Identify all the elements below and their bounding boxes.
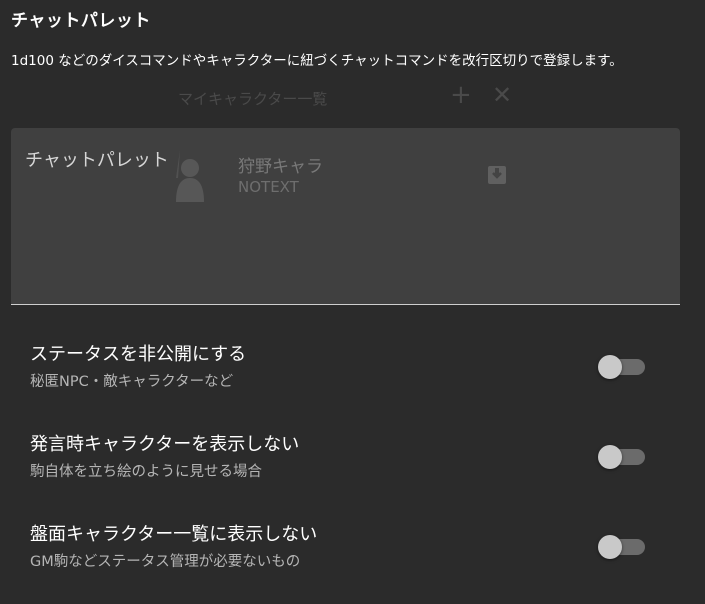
toggle-thumb [598, 535, 622, 559]
setting-subtitle: 秘匿NPC・敵キャラクターなど [30, 374, 234, 390]
background-window-title: マイキャラクター一覧 [178, 90, 328, 108]
hide-status-toggle[interactable] [598, 354, 646, 380]
setting-title: 盤面キャラクター一覧に表示しない [30, 524, 318, 545]
toggle-thumb [598, 445, 622, 469]
section-title: チャットパレット [11, 11, 151, 31]
close-icon: ✕ [492, 81, 513, 109]
setting-subtitle: 駒自体を立ち絵のように見せる場合 [30, 464, 262, 480]
character-edit-panel: チャットパレット 1d100 などのダイスコマンドやキャラクターに紐づくチャット… [0, 0, 705, 604]
section-description: 1d100 などのダイスコマンドやキャラクターに紐づくチャットコマンドを改行区切… [11, 53, 623, 69]
setting-hide-on-speak: 発言時キャラクターを表示しない 駒自体を立ち絵のように見せる場合 [30, 430, 670, 490]
setting-hide-from-board-list: 盤面キャラクター一覧に表示しない GM駒などステータス管理が必要ないもの [30, 520, 670, 580]
hide-on-speak-toggle[interactable] [598, 444, 646, 470]
chat-palette-textarea[interactable] [11, 128, 680, 304]
toggle-thumb [598, 355, 622, 379]
setting-hide-status: ステータスを非公開にする 秘匿NPC・敵キャラクターなど [30, 340, 670, 400]
plus-icon: + [450, 80, 472, 110]
setting-subtitle: GM駒などステータス管理が必要ないもの [30, 554, 301, 570]
chat-palette-field[interactable]: チャットパレット [11, 128, 680, 305]
setting-title: ステータスを非公開にする [30, 344, 247, 365]
setting-title: 発言時キャラクターを表示しない [30, 434, 300, 455]
hide-from-board-list-toggle[interactable] [598, 534, 646, 560]
